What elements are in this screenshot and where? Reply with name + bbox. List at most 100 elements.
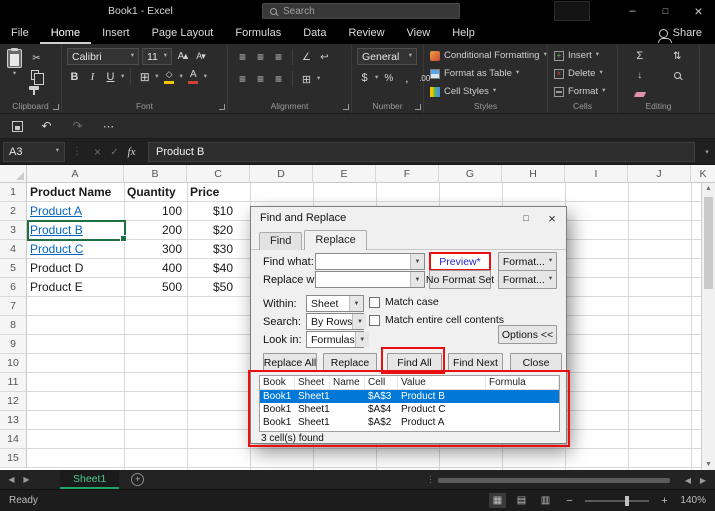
row-header-10[interactable]: 10 bbox=[0, 354, 27, 373]
look-in-select[interactable]: Formulas▼ bbox=[306, 331, 364, 348]
row-header-13[interactable]: 13 bbox=[0, 411, 27, 430]
vertical-scrollbar[interactable]: ▲ ▼ bbox=[701, 183, 715, 470]
search-select[interactable]: By Rows▼ bbox=[306, 313, 364, 330]
column-header-d[interactable]: D bbox=[250, 165, 313, 183]
column-header-e[interactable]: E bbox=[313, 165, 376, 183]
align-middle-icon[interactable] bbox=[253, 49, 268, 65]
column-header-k[interactable]: K bbox=[691, 165, 715, 183]
column-header-i[interactable]: I bbox=[565, 165, 628, 183]
search-box[interactable]: Search bbox=[262, 3, 460, 19]
row-header-2[interactable]: 2 bbox=[0, 202, 27, 221]
cell-b5[interactable]: 400 bbox=[124, 259, 187, 278]
zoom-out-icon[interactable] bbox=[561, 493, 578, 508]
within-dropdown-icon[interactable]: ▼ bbox=[349, 296, 363, 311]
search-dropdown-icon[interactable]: ▼ bbox=[352, 314, 366, 329]
cell-c5[interactable]: $40 bbox=[187, 259, 250, 278]
font-dialog-launcher[interactable] bbox=[219, 104, 225, 110]
row-header-3[interactable]: 3 bbox=[0, 221, 27, 240]
row-header-12[interactable]: 12 bbox=[0, 392, 27, 411]
result-row[interactable]: Book1 Sheet1 $A$4 Product C bbox=[260, 403, 559, 416]
clipboard-dialog-launcher[interactable] bbox=[53, 104, 59, 110]
search-results-list[interactable]: Book Sheet Name Cell Value Formula Book1… bbox=[259, 375, 560, 432]
sort-filter-icon[interactable] bbox=[664, 48, 692, 64]
share-button[interactable]: Share bbox=[646, 22, 715, 44]
row-header-1[interactable]: 1 bbox=[0, 183, 27, 202]
borders-icon[interactable] bbox=[137, 69, 152, 85]
percent-format-icon[interactable] bbox=[381, 70, 396, 86]
hscroll-left-icon[interactable]: ◀ bbox=[685, 476, 691, 485]
ribbon-tab-insert[interactable]: Insert bbox=[91, 22, 141, 44]
maximize-icon[interactable] bbox=[649, 0, 682, 22]
expand-formula-bar-icon[interactable]: ▾ bbox=[699, 148, 715, 156]
cell-c3[interactable]: $20 bbox=[187, 221, 250, 240]
column-header-f[interactable]: F bbox=[376, 165, 439, 183]
tab-scroll-splitter[interactable]: ⋮ bbox=[426, 474, 435, 485]
sheet-nav-left-icon[interactable]: ◀ bbox=[4, 475, 19, 484]
no-format-set-button[interactable]: No Format Set bbox=[429, 270, 491, 289]
select-all-corner[interactable] bbox=[0, 165, 27, 183]
ribbon-tab-formulas[interactable]: Formulas bbox=[224, 22, 292, 44]
find-what-input[interactable]: ▼ bbox=[315, 253, 425, 270]
sheet-nav-right-icon[interactable]: ▶ bbox=[19, 475, 34, 484]
fill-icon[interactable] bbox=[626, 67, 654, 83]
copy-icon[interactable] bbox=[31, 70, 39, 80]
sheet-tab-sheet1[interactable]: Sheet1 bbox=[60, 470, 119, 489]
fill-color-icon[interactable] bbox=[162, 69, 177, 85]
replace-with-dropdown-icon[interactable]: ▼ bbox=[410, 272, 424, 287]
cell-c6[interactable]: $50 bbox=[187, 278, 250, 297]
find-next-button[interactable]: Find Next bbox=[448, 353, 503, 372]
underline-icon[interactable] bbox=[103, 69, 118, 85]
font-color-icon[interactable] bbox=[186, 69, 201, 85]
cell-a4[interactable]: Product C bbox=[30, 240, 122, 259]
cell-b2[interactable]: 100 bbox=[124, 202, 187, 221]
cell-styles-button[interactable]: Cell Styles▾ bbox=[430, 84, 541, 99]
column-header-h[interactable]: H bbox=[502, 165, 565, 183]
cell-a2[interactable]: Product A bbox=[30, 202, 122, 221]
scroll-up-icon[interactable]: ▲ bbox=[702, 185, 715, 192]
match-case-checkbox[interactable]: Match case bbox=[369, 296, 439, 308]
page-layout-view-icon[interactable] bbox=[513, 493, 530, 508]
scroll-down-icon[interactable]: ▼ bbox=[702, 461, 715, 468]
autosum-icon[interactable] bbox=[626, 48, 654, 64]
tab-find[interactable]: Find bbox=[259, 232, 302, 250]
insert-cells-button[interactable]: Insert▾ bbox=[554, 48, 611, 63]
replace-with-input[interactable]: ▼ bbox=[315, 271, 425, 288]
find-format-button[interactable]: Format...▾ bbox=[498, 252, 557, 271]
row-header-7[interactable]: 7 bbox=[0, 297, 27, 316]
account-avatar[interactable] bbox=[554, 1, 590, 21]
align-top-icon[interactable] bbox=[235, 49, 250, 65]
zoom-in-icon[interactable] bbox=[656, 493, 673, 508]
paste-button[interactable]: ▾ bbox=[7, 49, 22, 90]
within-select[interactable]: Sheet▼ bbox=[306, 295, 364, 312]
ribbon-tab-file[interactable]: File bbox=[0, 22, 40, 44]
clear-icon[interactable] bbox=[626, 86, 654, 102]
row-header-4[interactable]: 4 bbox=[0, 240, 27, 259]
align-right-icon[interactable] bbox=[271, 71, 286, 87]
row-header-8[interactable]: 8 bbox=[0, 316, 27, 335]
horizontal-scroll-thumb[interactable] bbox=[438, 478, 670, 483]
find-what-dropdown-icon[interactable]: ▼ bbox=[410, 254, 424, 269]
cell-b1[interactable]: Quantity bbox=[124, 183, 187, 202]
customize-qat-icon[interactable] bbox=[101, 118, 116, 134]
dialog-close-icon[interactable]: × bbox=[538, 207, 566, 229]
redo-icon[interactable] bbox=[70, 118, 85, 134]
font-size-select[interactable]: 11▾ bbox=[142, 48, 172, 65]
ribbon-tab-view[interactable]: View bbox=[396, 22, 442, 44]
match-entire-checkbox[interactable]: Match entire cell contents bbox=[369, 314, 504, 326]
delete-cells-button[interactable]: Delete▾ bbox=[554, 66, 611, 81]
font-name-select[interactable]: Calibri▾ bbox=[67, 48, 139, 65]
ribbon-tab-page-layout[interactable]: Page Layout bbox=[141, 22, 225, 44]
undo-icon[interactable] bbox=[39, 118, 54, 134]
find-preview-button[interactable]: Preview* bbox=[429, 252, 491, 271]
result-row-selected[interactable]: Book1 Sheet1 $A$3 Product B bbox=[260, 390, 559, 403]
cell-c2[interactable]: $10 bbox=[187, 202, 250, 221]
tab-replace[interactable]: Replace bbox=[304, 230, 366, 250]
zoom-level[interactable]: 140% bbox=[680, 495, 706, 506]
decrease-font-icon[interactable] bbox=[193, 49, 208, 65]
column-header-b[interactable]: B bbox=[124, 165, 187, 183]
italic-icon[interactable] bbox=[85, 69, 100, 85]
replace-all-button[interactable]: Replace All bbox=[263, 353, 317, 372]
result-row[interactable]: Book1 Sheet1 $A$2 Product A bbox=[260, 416, 559, 429]
options-button[interactable]: Options << bbox=[498, 325, 557, 344]
orientation-icon[interactable] bbox=[299, 49, 314, 65]
